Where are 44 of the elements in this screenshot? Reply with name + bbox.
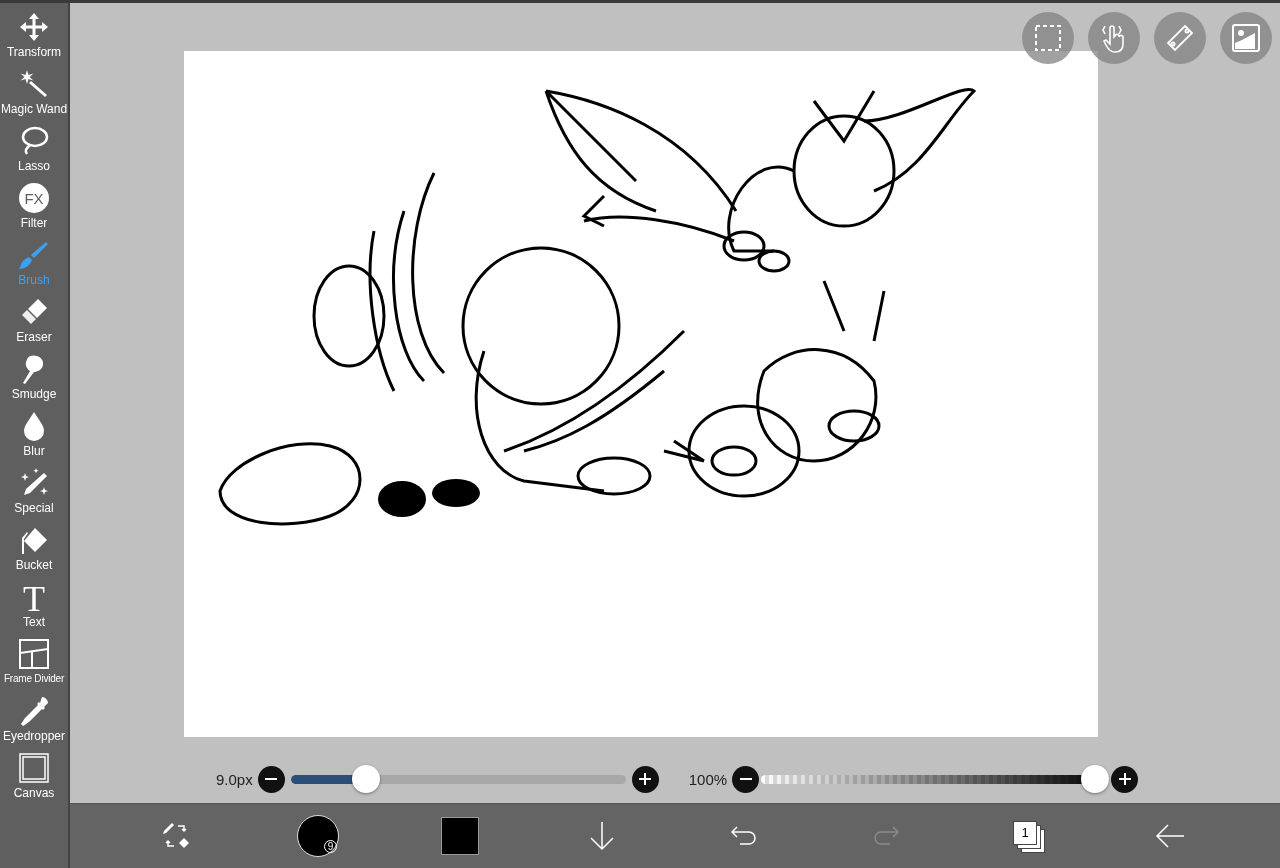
tool-item[interactable]: Bucket (0, 524, 68, 581)
tool-item[interactable]: Lasso (0, 125, 68, 182)
image-icon (1231, 23, 1261, 53)
canvas-frame-icon (18, 752, 50, 784)
opacity-reading: 100% (688, 770, 728, 788)
color-swatch-button[interactable] (441, 817, 479, 855)
plus-icon (639, 773, 652, 785)
opacity-slider[interactable] (761, 764, 1110, 794)
tool-item[interactable]: T Text (0, 581, 68, 638)
decrease-size-button[interactable] (257, 765, 285, 793)
filter-icon: FX (18, 182, 50, 214)
ruler-icon (1165, 23, 1195, 53)
tool-item[interactable]: Frame Divider (0, 638, 68, 695)
tool-item[interactable]: Eraser (0, 296, 68, 353)
tool-item[interactable]: Blur (0, 410, 68, 467)
tool-item[interactable]: Canvas (0, 752, 68, 809)
tool-item[interactable]: Special (0, 467, 68, 524)
eyedropper-icon (18, 695, 50, 727)
move-arrows-icon (18, 11, 50, 43)
dashed-square-icon (1033, 23, 1063, 53)
brush-icon (18, 239, 50, 271)
slider-thumb[interactable] (1081, 765, 1110, 793)
selection-button[interactable] (1022, 12, 1074, 64)
decrease-opacity-button[interactable] (732, 765, 760, 793)
minus-icon (265, 778, 278, 780)
brush-preview-button[interactable]: 9 (297, 815, 339, 857)
tool-item[interactable]: Eyedropper (0, 695, 68, 752)
layer-count: 1 (1013, 821, 1037, 845)
tool-item[interactable]: FX Filter (0, 182, 68, 239)
increase-size-button[interactable] (631, 765, 659, 793)
ruler-button[interactable] (1154, 12, 1206, 64)
text-icon: T (18, 581, 50, 613)
brush-size-reading: 9.0px (216, 770, 253, 788)
tool-item[interactable]: Magic Wand (0, 68, 68, 125)
slider-thumb[interactable] (352, 765, 381, 793)
tool-item[interactable]: Transform (0, 11, 68, 68)
tool-item[interactable]: Smudge (0, 353, 68, 410)
brush-size-slider[interactable] (290, 764, 626, 794)
increase-opacity-button[interactable] (1111, 765, 1139, 793)
minus-icon (739, 778, 752, 780)
line-art-drawing[interactable] (184, 51, 1098, 737)
reference-image-button[interactable] (1220, 12, 1272, 64)
gesture-button[interactable] (1088, 12, 1140, 64)
plus-icon (1118, 773, 1131, 785)
